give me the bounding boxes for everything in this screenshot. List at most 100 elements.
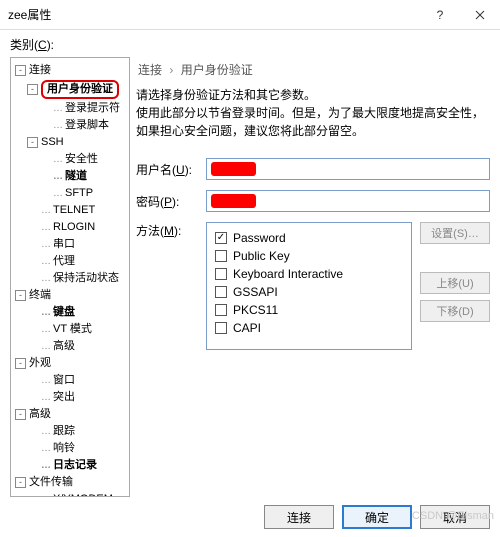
tree-node[interactable]: -连接	[11, 62, 129, 79]
breadcrumb-current: 用户身份验证	[181, 63, 253, 77]
tree-node-label: 响铃	[41, 441, 75, 456]
description-text: 请选择身份验证方法和其它参数。 使用此部分以节省登录时间。但是，为了最大限度地提…	[136, 86, 490, 140]
tree-node[interactable]: 安全性	[11, 151, 129, 168]
chevron-right-icon: ›	[169, 63, 173, 77]
tree-node[interactable]: TELNET	[11, 202, 129, 219]
expand-icon[interactable]: -	[15, 290, 26, 301]
tree-node[interactable]: 隧道	[11, 168, 129, 185]
tree-node[interactable]: 保持活动状态	[11, 270, 129, 287]
method-item-label: Keyboard Interactive	[233, 265, 343, 283]
auth-form: 用户名(U): 密码(P): 方法(M): ✓PasswordPublic Ke…	[136, 158, 490, 350]
tree-node[interactable]: VT 模式	[11, 321, 129, 338]
help-button[interactable]: ?	[420, 0, 460, 30]
tree-node[interactable]: -SSH	[11, 134, 129, 151]
tree-node-label: X/YMODEM	[41, 492, 113, 497]
tree-node-label: 外观	[29, 356, 51, 371]
tree-node-label: 登录脚本	[53, 118, 109, 133]
tree-node-label: 连接	[29, 63, 51, 78]
redacted-icon	[211, 162, 256, 176]
tree-node-label: 高级	[29, 407, 51, 422]
expand-icon[interactable]: -	[15, 358, 26, 369]
tree-node[interactable]: RLOGIN	[11, 219, 129, 236]
tree-node[interactable]: 串口	[11, 236, 129, 253]
tree-node-label: 串口	[41, 237, 75, 252]
tree-node[interactable]: X/YMODEM	[11, 491, 129, 497]
move-down-button[interactable]: 下移(D)	[420, 300, 490, 322]
method-item-label: CAPI	[233, 319, 261, 337]
tree-node-label: 终端	[29, 288, 51, 303]
tree-node-label: 用户身份验证	[41, 80, 119, 99]
expand-icon[interactable]: -	[27, 137, 38, 148]
tree-node[interactable]: 代理	[11, 253, 129, 270]
method-item-label: GSSAPI	[233, 283, 278, 301]
tree-node[interactable]: -高级	[11, 406, 129, 423]
password-field[interactable]	[206, 190, 490, 212]
connect-button[interactable]: 连接	[264, 505, 334, 529]
tree-node[interactable]: 跟踪	[11, 423, 129, 440]
tree-node[interactable]: -终端	[11, 287, 129, 304]
watermark: CSDN @Bisman	[412, 510, 494, 522]
tree-node-label: 隧道	[53, 169, 87, 184]
tree-node-label: RLOGIN	[41, 220, 95, 235]
checkbox-icon[interactable]	[215, 304, 227, 316]
tree-node[interactable]: 窗口	[11, 372, 129, 389]
tree-node-label: 安全性	[53, 152, 98, 167]
method-item[interactable]: Public Key	[215, 247, 403, 265]
settings-panel: 连接 › 用户身份验证 请选择身份验证方法和其它参数。 使用此部分以节省登录时间…	[136, 57, 490, 497]
username-field[interactable]	[206, 158, 490, 180]
redacted-icon	[211, 194, 256, 208]
tree-node-label: SFTP	[53, 186, 93, 201]
tree-node-label: 突出	[41, 390, 75, 405]
checkbox-icon[interactable]	[215, 250, 227, 262]
method-item-label: PKCS11	[233, 301, 278, 319]
tree-node[interactable]: 高级	[11, 338, 129, 355]
method-item[interactable]: ✓ Password	[215, 229, 403, 247]
checkbox-icon[interactable]: ✓	[215, 232, 227, 244]
method-item[interactable]: CAPI	[215, 319, 403, 337]
titlebar: zee属性 ?	[0, 0, 500, 30]
tree-node[interactable]: 响铃	[11, 440, 129, 457]
password-label: 密码(P):	[136, 193, 206, 210]
category-label: 类别(C):	[0, 30, 500, 57]
checkbox-icon[interactable]	[215, 322, 227, 334]
checkbox-icon[interactable]	[215, 286, 227, 298]
method-item-label: Password	[233, 229, 286, 247]
tree-node[interactable]: -文件传输	[11, 474, 129, 491]
tree-node[interactable]: 突出	[11, 389, 129, 406]
tree-node-label: 日志记录	[41, 458, 97, 473]
tree-node[interactable]: 登录脚本	[11, 117, 129, 134]
close-button[interactable]	[460, 0, 500, 30]
breadcrumb: 连接 › 用户身份验证	[136, 57, 490, 86]
expand-icon[interactable]: -	[15, 65, 26, 76]
tree-node-label: VT 模式	[41, 322, 92, 337]
expand-icon[interactable]: -	[15, 477, 26, 488]
tree-node-label: 高级	[41, 339, 75, 354]
method-list[interactable]: ✓ PasswordPublic KeyKeyboard InteractiveG…	[206, 222, 412, 350]
tree-node[interactable]: 登录提示符	[11, 100, 129, 117]
method-item[interactable]: Keyboard Interactive	[215, 265, 403, 283]
tree-node-label: 登录提示符	[53, 101, 120, 116]
ok-button[interactable]: 确定	[342, 505, 412, 529]
tree-node-label: 键盘	[41, 305, 75, 320]
breadcrumb-root: 连接	[138, 63, 162, 77]
move-up-button[interactable]: 上移(U)	[420, 272, 490, 294]
tree-node-label: SSH	[41, 135, 64, 150]
setup-button[interactable]: 设置(S)…	[420, 222, 490, 244]
expand-icon[interactable]: -	[15, 409, 26, 420]
tree-node[interactable]: -用户身份验证	[11, 79, 129, 100]
method-item-label: Public Key	[233, 247, 290, 265]
category-tree[interactable]: -连接-用户身份验证登录提示符登录脚本-SSH安全性隧道SFTPTELNETRL…	[10, 57, 130, 497]
tree-node[interactable]: 日志记录	[11, 457, 129, 474]
method-item[interactable]: GSSAPI	[215, 283, 403, 301]
method-item[interactable]: PKCS11	[215, 301, 403, 319]
expand-icon[interactable]: -	[27, 84, 38, 95]
window-title: zee属性	[8, 6, 420, 23]
tree-node-label: 代理	[41, 254, 75, 269]
checkbox-icon[interactable]	[215, 268, 227, 280]
tree-node-label: TELNET	[41, 203, 95, 218]
close-icon	[475, 10, 485, 20]
tree-node[interactable]: SFTP	[11, 185, 129, 202]
tree-node[interactable]: 键盘	[11, 304, 129, 321]
tree-node-label: 窗口	[41, 373, 75, 388]
tree-node[interactable]: -外观	[11, 355, 129, 372]
